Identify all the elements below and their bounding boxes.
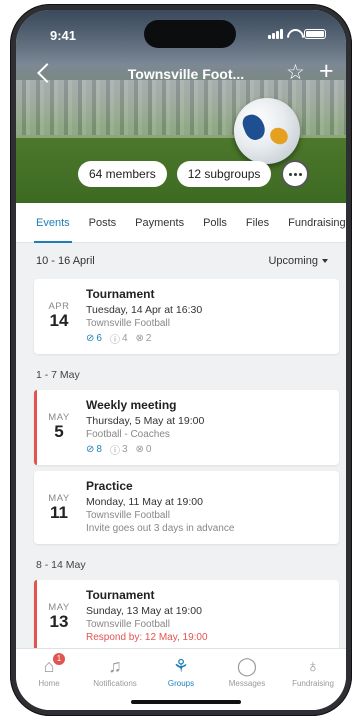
top-bar: Townsville Foot... ☆ +: [16, 59, 346, 90]
bottom-nav: ⌂ 1 Home ♫ Notifications ⚘ Groups ◯ Mess…: [16, 648, 346, 710]
piggybank-icon: ♁: [306, 656, 320, 676]
plus-icon[interactable]: +: [319, 59, 334, 84]
week-header: 10 - 16 April Upcoming: [16, 243, 346, 279]
event-title: Weekly meeting: [86, 398, 177, 412]
nav-home-label: Home: [38, 679, 60, 688]
events-list: 10 - 16 April Upcoming APR 14 Tournament…: [16, 243, 346, 657]
subgroups-button[interactable]: 12 subgroups: [176, 161, 272, 187]
declined-count: ⊗ 2: [135, 333, 152, 344]
nav-messages-label: Messages: [228, 679, 266, 688]
wifi-icon: [287, 29, 300, 39]
event-day: 14: [49, 311, 69, 330]
filter-label: Upcoming: [268, 255, 318, 267]
tab-payments[interactable]: Payments: [135, 203, 184, 243]
event-card[interactable]: APR 14 Tournament Tuesday, 14 Apr at 16:…: [34, 279, 339, 354]
members-button[interactable]: 64 members: [78, 161, 167, 187]
event-group: Townsville Football: [86, 510, 170, 521]
event-date: MAY 5: [44, 398, 74, 457]
attending-count: ⊘ 8: [86, 444, 102, 455]
nav-fundraising[interactable]: ♁ Fundraising: [283, 655, 343, 710]
nav-groups-label: Groups: [167, 679, 195, 688]
event-info: Weekly meeting Thursday, 5 May at 19:00 …: [86, 398, 331, 457]
event-card[interactable]: MAY 5 Weekly meeting Thursday, 5 May at …: [34, 390, 339, 465]
event-info: Practice Monday, 11 May at 19:00 Townsvi…: [86, 479, 331, 536]
event-time: Thursday, 5 May at 19:00: [86, 415, 205, 427]
event-time: Sunday, 13 May at 19:00: [86, 605, 202, 617]
signal-icon: [268, 29, 283, 39]
soccer-ball-image: [234, 98, 300, 164]
check-icon: ⊘: [86, 444, 95, 455]
maybe-count: ⓘ 3: [109, 444, 128, 457]
question-icon: ⓘ: [109, 446, 120, 457]
event-card[interactable]: MAY 13 Tournament Sunday, 13 May at 19:0…: [34, 580, 339, 651]
event-date: APR 14: [44, 287, 74, 346]
status-icons: [268, 29, 326, 39]
tab-polls[interactable]: Polls: [203, 203, 227, 243]
response-counts: ⊘ 6 ⓘ 4 ⊗ 2: [86, 331, 331, 346]
event-title: Practice: [86, 479, 133, 493]
event-title: Tournament: [86, 588, 155, 602]
group-stats: 64 members 12 subgroups: [78, 160, 310, 188]
event-date: MAY 11: [44, 479, 74, 536]
event-time: Monday, 11 May at 19:00: [86, 496, 203, 508]
bell-icon: ♫: [108, 656, 122, 676]
group-title: Townsville Foot...: [127, 66, 245, 82]
respond-by-deadline: Respond by: 12 May, 19:00: [86, 632, 208, 643]
x-icon: ⊗: [135, 333, 144, 344]
attending-count: ⊘ 6: [86, 333, 102, 344]
nav-notifications-label: Notifications: [93, 679, 137, 688]
upcoming-filter[interactable]: Upcoming: [268, 255, 328, 267]
x-icon: ⊗: [135, 444, 144, 455]
event-day: 5: [54, 422, 64, 441]
tab-events[interactable]: Events: [34, 203, 72, 243]
declined-count: ⊗ 0: [135, 444, 152, 455]
tab-files[interactable]: Files: [246, 203, 269, 243]
back-icon[interactable]: [37, 63, 57, 83]
event-time: Tuesday, 14 Apr at 16:30: [86, 304, 203, 316]
star-icon[interactable]: ☆: [286, 62, 305, 83]
response-counts: ⊘ 8 ⓘ 3 ⊗ 0: [86, 442, 331, 457]
status-time: 9:41: [50, 28, 77, 43]
nav-fundraising-label: Fundraising: [292, 679, 334, 688]
check-icon: ⊘: [86, 333, 95, 344]
week-section: 1 - 7 May: [36, 369, 80, 381]
event-info: Tournament Tuesday, 14 Apr at 16:30 Town…: [86, 287, 331, 346]
week-section: 8 - 14 May: [36, 559, 86, 571]
event-group: Townsville Football: [86, 318, 170, 329]
notification-badge: 1: [53, 653, 65, 665]
question-icon: ⓘ: [109, 335, 120, 346]
week-range: 10 - 16 April: [36, 255, 95, 267]
home-indicator: [131, 700, 241, 704]
maybe-count: ⓘ 4: [109, 333, 128, 346]
tab-fundraising[interactable]: Fundraising: [288, 203, 345, 243]
event-card[interactable]: MAY 11 Practice Monday, 11 May at 19:00 …: [34, 471, 339, 544]
event-day: 13: [49, 612, 69, 631]
event-day: 11: [50, 503, 68, 522]
more-icon[interactable]: [281, 160, 310, 188]
event-title: Tournament: [86, 287, 155, 301]
event-group: Football - Coaches: [86, 429, 170, 440]
event-info: Tournament Sunday, 13 May at 19:00 Towns…: [86, 588, 331, 643]
nav-home[interactable]: ⌂ 1 Home: [19, 653, 79, 710]
event-group: Townsville Football: [86, 619, 170, 630]
notch: [144, 20, 236, 48]
battery-icon: [304, 29, 326, 39]
tab-bar: Events Posts Payments Polls Files Fundra…: [16, 203, 346, 243]
screen: 9:41 Townsville Foot... ☆ + 64 members 1…: [16, 10, 346, 710]
invite-note: Invite goes out 3 days in advance: [86, 523, 235, 534]
groups-icon: ⚘: [172, 656, 190, 676]
phone-frame: 9:41 Townsville Foot... ☆ + 64 members 1…: [10, 4, 352, 716]
home-icon: ⌂: [43, 656, 55, 676]
chat-icon: ◯: [236, 656, 258, 676]
chevron-down-icon: [322, 259, 328, 263]
event-date: MAY 13: [44, 588, 74, 643]
tab-posts[interactable]: Posts: [89, 203, 117, 243]
